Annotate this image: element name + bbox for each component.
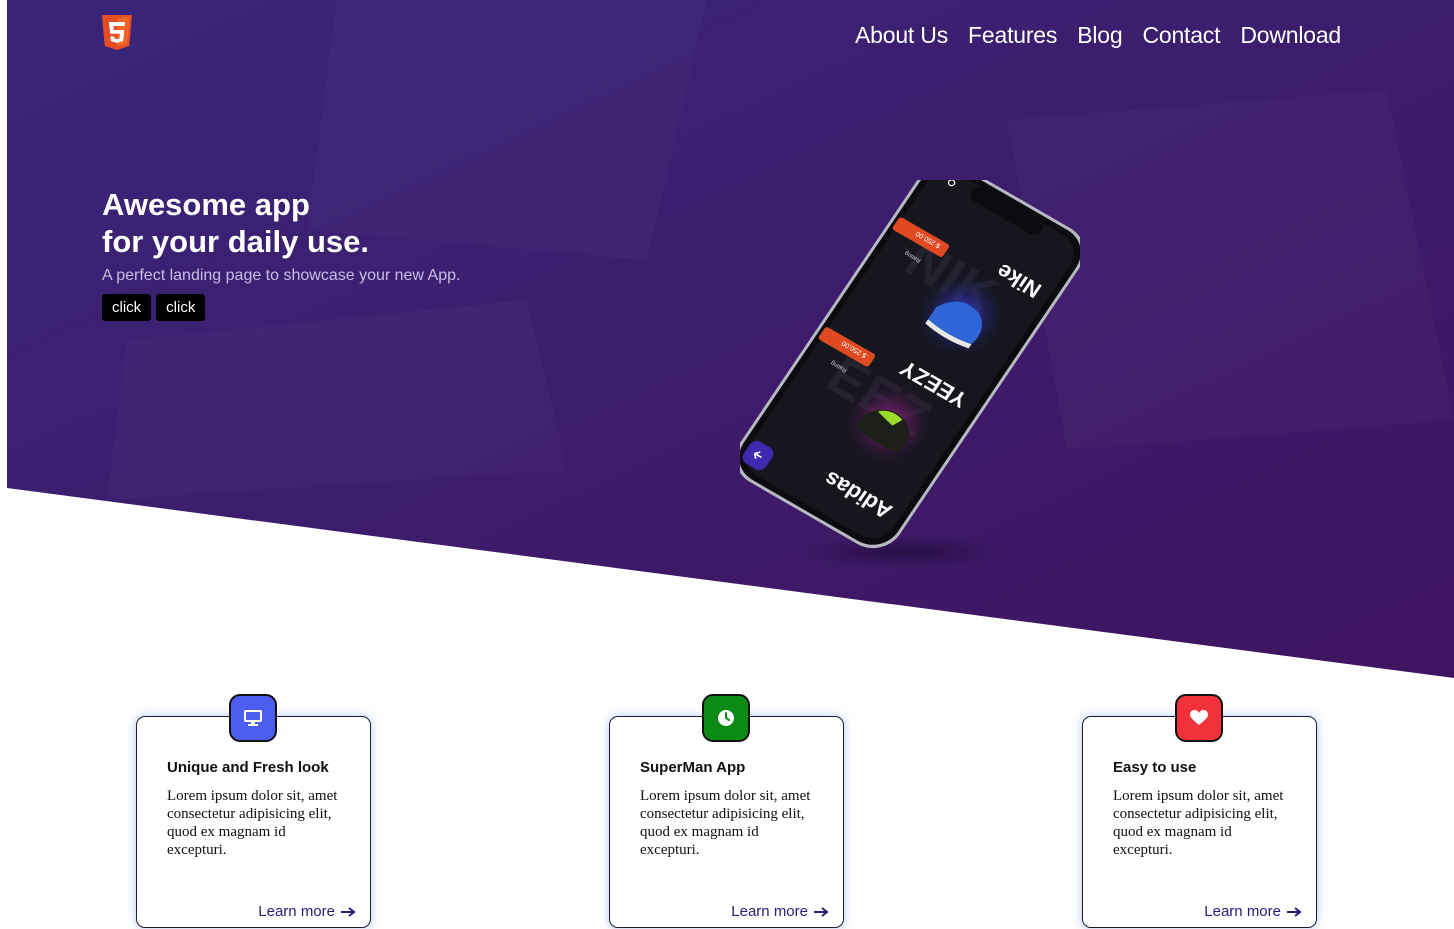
learn-more-link-3[interactable]: Learn more	[1204, 903, 1302, 920]
hero-click-button-1[interactable]: click	[102, 294, 152, 321]
phone-mockup: NIK EEZ Nike YEEZY Adidas $ 250.00 Ratin…	[735, 161, 1085, 580]
learn-more-label: Learn more	[1204, 903, 1281, 920]
feature-card-1: Unique and Fresh look Lorem ipsum dolor …	[136, 694, 371, 928]
learn-more-label: Learn more	[258, 903, 335, 920]
feature-card-text: Lorem ipsum dolor sit, amet consectetur …	[1113, 788, 1284, 858]
feature-card-text: Lorem ipsum dolor sit, amet consectetur …	[640, 788, 811, 858]
hero-click-button-2[interactable]: click	[156, 294, 206, 321]
hero-title-line-2: for your daily use.	[102, 224, 370, 259]
learn-more-link-1[interactable]: Learn more	[258, 903, 356, 920]
learn-more-link-2[interactable]: Learn more	[731, 903, 829, 920]
html5-logo-icon[interactable]	[102, 15, 132, 51]
hero-title-line-1: Awesome app	[102, 187, 310, 222]
learn-more-label: Learn more	[731, 903, 808, 920]
heart-icon	[1175, 694, 1223, 742]
feature-card-text: Lorem ipsum dolor sit, amet consectetur …	[167, 788, 338, 858]
nav-link-about-us[interactable]: About Us	[855, 22, 948, 49]
hero-title: Awesome app for your daily use.	[102, 186, 369, 260]
hero-background	[7, 0, 1454, 680]
hero-button-group: click click	[102, 294, 206, 321]
nav-link-download[interactable]: Download	[1240, 22, 1341, 49]
arrow-right-icon	[814, 906, 829, 917]
feature-card-title: Easy to use	[1113, 759, 1197, 776]
nav-link-blog[interactable]: Blog	[1077, 22, 1122, 49]
nav-link-features[interactable]: Features	[968, 22, 1057, 49]
main-nav: About Us Features Blog Contact Download	[855, 22, 1341, 49]
nav-link-contact[interactable]: Contact	[1142, 22, 1220, 49]
feature-card-title: Unique and Fresh look	[167, 759, 329, 776]
feature-card-title: SuperMan App	[640, 759, 746, 776]
arrow-right-icon	[341, 906, 356, 917]
arrow-right-icon	[1287, 906, 1302, 917]
feature-card-2: SuperMan App Lorem ipsum dolor sit, amet…	[609, 694, 844, 928]
feature-card-3: Easy to use Lorem ipsum dolor sit, amet …	[1082, 694, 1317, 928]
monitor-icon	[229, 694, 277, 742]
hero-subtitle: A perfect landing page to showcase your …	[102, 267, 461, 284]
clock-icon	[702, 694, 750, 742]
